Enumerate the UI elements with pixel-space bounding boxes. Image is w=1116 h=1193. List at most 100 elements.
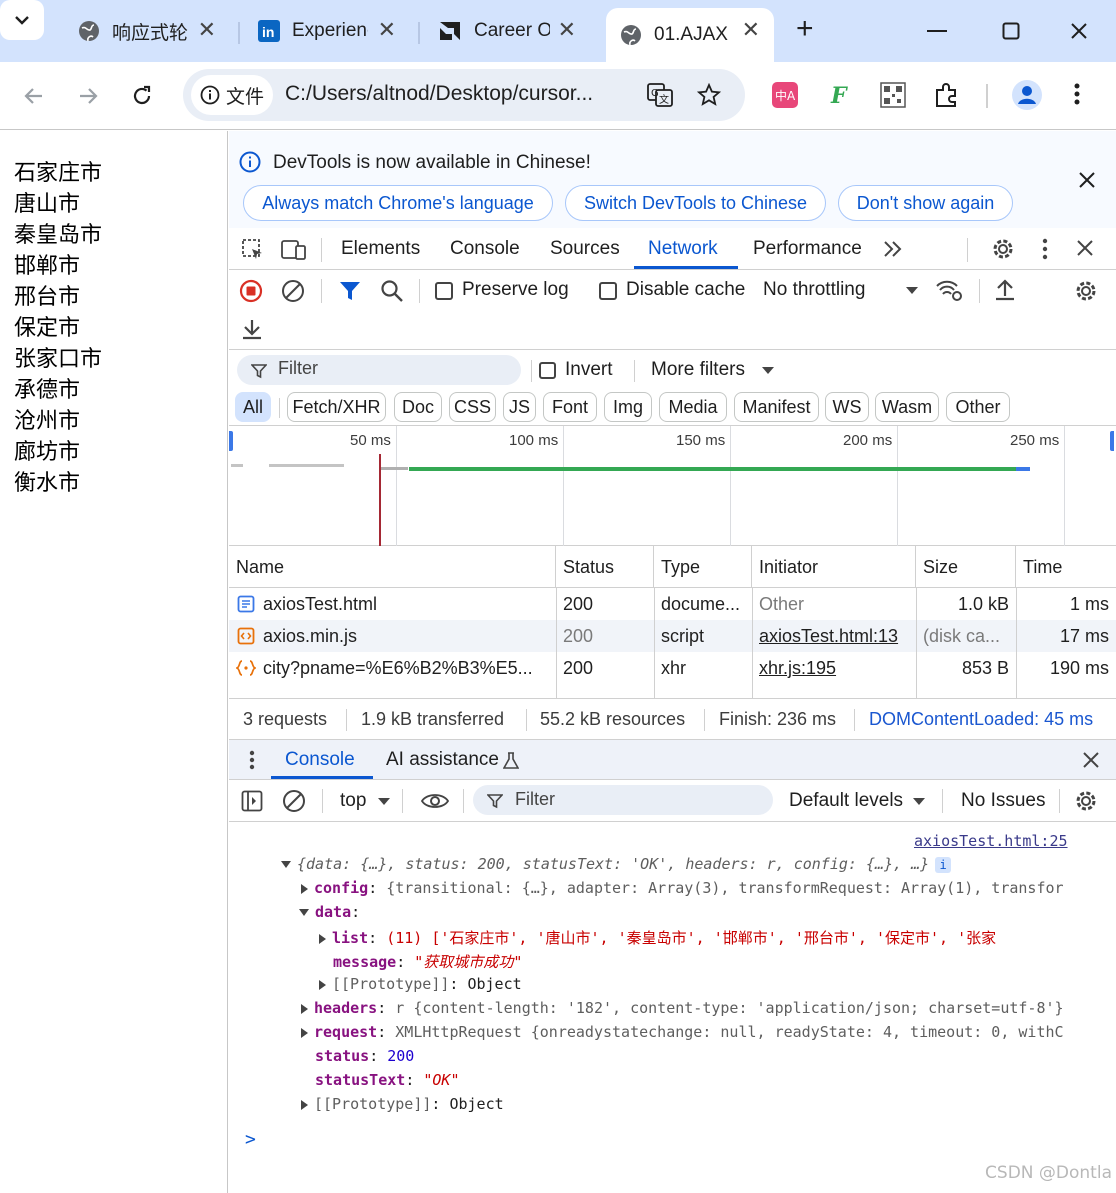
filter-other[interactable]: Other xyxy=(946,392,1010,422)
settings-gear-icon[interactable] xyxy=(991,237,1015,261)
f-extension-icon[interactable]: F xyxy=(828,82,852,108)
drawer-tab-console[interactable]: Console xyxy=(285,749,355,771)
context-selector[interactable]: top xyxy=(340,790,366,812)
browser-tab-1[interactable]: 响应式轮播 ✕ xyxy=(64,8,230,54)
console-filter-input[interactable]: Filter xyxy=(473,785,773,815)
filter-js[interactable]: JS xyxy=(503,392,536,422)
profile-icon[interactable] xyxy=(1012,80,1042,110)
new-tab-button[interactable]: + xyxy=(796,14,814,44)
console-settings-icon[interactable] xyxy=(1074,789,1098,813)
filter-media[interactable]: Media xyxy=(659,392,727,422)
property-request[interactable]: request: XMLHttpRequest {onreadystatecha… xyxy=(301,1023,1064,1041)
expand-arrow-icon[interactable] xyxy=(319,979,326,990)
timeline-handle-left[interactable] xyxy=(229,431,233,451)
always-match-language-button[interactable]: Always match Chrome's language xyxy=(243,185,553,221)
translate-extension-icon[interactable]: 中A xyxy=(772,82,798,108)
filter-css[interactable]: CSS xyxy=(449,392,496,422)
tab-search-button[interactable] xyxy=(0,0,44,40)
switch-to-chinese-button[interactable]: Switch DevTools to Chinese xyxy=(565,185,826,221)
filter-wasm[interactable]: Wasm xyxy=(875,392,939,422)
close-infobar-icon[interactable] xyxy=(1079,172,1095,188)
property-list[interactable]: list: (11) ['石家庄市', '唐山市', '秦皇岛市', '邯郸市'… xyxy=(319,927,996,948)
more-filters-button[interactable]: More filters xyxy=(651,359,745,381)
property-prototype[interactable]: [[Prototype]]: Object xyxy=(301,1095,504,1113)
dropdown-arrow-icon[interactable] xyxy=(913,798,925,806)
inspect-element-icon[interactable] xyxy=(241,238,265,262)
clear-console-icon[interactable] xyxy=(282,789,306,813)
close-devtools-icon[interactable] xyxy=(1077,240,1093,256)
expand-arrow-icon[interactable] xyxy=(301,1099,308,1110)
expand-arrow-icon[interactable] xyxy=(301,1027,308,1038)
filter-all[interactable]: All xyxy=(235,392,271,422)
maximize-icon[interactable] xyxy=(1000,20,1022,42)
collapse-arrow-icon[interactable] xyxy=(281,861,291,868)
browser-tab-2[interactable]: in Experience ✕ xyxy=(244,8,410,54)
puzzle-icon[interactable] xyxy=(934,82,960,108)
clear-icon[interactable] xyxy=(281,279,305,303)
table-row[interactable]: city?pname=%E6%B2%B3%E5... 200 xhr xhr.j… xyxy=(229,652,1116,684)
filter-doc[interactable]: Doc xyxy=(394,392,442,422)
close-tab-icon[interactable]: ✕ xyxy=(558,19,576,41)
forward-icon[interactable] xyxy=(76,84,100,108)
initiator-link[interactable]: xhr.js:195 xyxy=(759,652,914,684)
network-settings-icon[interactable] xyxy=(1074,279,1098,303)
close-drawer-icon[interactable] xyxy=(1083,752,1099,768)
console-prompt[interactable]: > xyxy=(245,1129,256,1150)
column-header-type[interactable]: Type xyxy=(654,546,752,588)
tab-elements[interactable]: Elements xyxy=(341,238,420,260)
column-header-initiator[interactable]: Initiator xyxy=(752,546,916,588)
browser-tab-active[interactable]: 01.AJAX ✕ xyxy=(606,8,774,62)
filter-manifest[interactable]: Manifest xyxy=(734,392,819,422)
table-row[interactable]: axiosTest.html 200 docume... Other 1.0 k… xyxy=(229,588,1116,620)
disable-cache-checkbox[interactable] xyxy=(599,282,617,300)
site-info-chip[interactable]: 文件 xyxy=(191,75,273,115)
column-header-name[interactable]: Name xyxy=(229,546,556,588)
property-data[interactable]: data: xyxy=(299,903,360,921)
network-filter-input[interactable]: Filter xyxy=(237,355,521,385)
back-icon[interactable] xyxy=(22,84,46,108)
close-tab-icon[interactable]: ✕ xyxy=(198,19,216,41)
dropdown-arrow-icon[interactable] xyxy=(906,287,918,295)
search-icon[interactable] xyxy=(380,279,404,303)
issues-counter[interactable]: No Issues xyxy=(961,790,1045,812)
timeline-handle-right[interactable] xyxy=(1110,431,1114,451)
address-bar[interactable]: 文件 C:/Users/altnod/Desktop/cursor... G文 xyxy=(183,69,745,121)
filter-ws[interactable]: WS xyxy=(825,392,869,422)
preserve-log-checkbox[interactable] xyxy=(435,282,453,300)
network-conditions-icon[interactable] xyxy=(935,278,963,302)
export-har-icon[interactable] xyxy=(241,317,263,341)
devtools-menu-icon[interactable] xyxy=(1042,238,1048,260)
browser-tab-3[interactable]: Career O ✕ xyxy=(424,8,590,54)
console-source-link[interactable]: axiosTest.html:25 xyxy=(914,832,1068,850)
chrome-menu-icon[interactable] xyxy=(1074,82,1080,106)
star-icon[interactable] xyxy=(697,83,721,107)
device-toolbar-icon[interactable] xyxy=(281,238,307,262)
column-header-size[interactable]: Size xyxy=(916,546,1016,588)
sidebar-toggle-icon[interactable] xyxy=(241,790,263,812)
close-tab-icon[interactable]: ✕ xyxy=(378,19,396,41)
expand-arrow-icon[interactable] xyxy=(319,933,326,944)
close-window-icon[interactable] xyxy=(1068,20,1090,42)
invert-checkbox[interactable] xyxy=(539,362,556,379)
initiator-link[interactable]: axiosTest.html:13 xyxy=(759,620,914,652)
console-object-summary[interactable]: {data: {…}, status: 200, statusText: 'OK… xyxy=(281,855,952,873)
import-har-icon[interactable] xyxy=(994,278,1016,302)
drawer-tab-ai-assistance[interactable]: AI assistance xyxy=(386,749,499,771)
translate-icon[interactable]: G文 xyxy=(647,83,673,107)
column-header-time[interactable]: Time xyxy=(1016,546,1116,588)
drawer-menu-icon[interactable] xyxy=(249,750,255,770)
expand-arrow-icon[interactable] xyxy=(301,883,308,894)
collapse-arrow-icon[interactable] xyxy=(299,909,309,916)
filter-img[interactable]: Img xyxy=(604,392,652,422)
tab-network[interactable]: Network xyxy=(648,238,718,260)
qr-extension-icon[interactable] xyxy=(880,82,906,108)
property-config[interactable]: config: {transitional: {…}, adapter: Arr… xyxy=(301,879,1064,897)
eye-icon[interactable] xyxy=(421,792,449,810)
more-tabs-icon[interactable] xyxy=(883,240,903,258)
filter-font[interactable]: Font xyxy=(543,392,597,422)
tab-performance[interactable]: Performance xyxy=(753,238,862,260)
tab-console[interactable]: Console xyxy=(450,238,520,260)
column-header-status[interactable]: Status xyxy=(556,546,654,588)
network-overview-timeline[interactable]: 50 ms 100 ms 150 ms 200 ms 250 ms xyxy=(229,426,1116,546)
property-prototype[interactable]: [[Prototype]]: Object xyxy=(319,975,522,993)
